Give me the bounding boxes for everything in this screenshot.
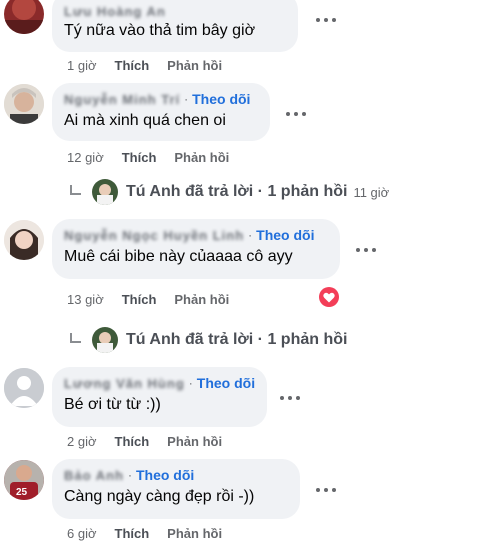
follow-link[interactable]: Theo dõi xyxy=(256,227,314,243)
follow-link[interactable]: Theo dõi xyxy=(197,375,255,391)
comment-author[interactable]: Lưu Hoàng An xyxy=(64,4,166,19)
comment-author[interactable]: Nguyễn Ngọc Huyền Linh xyxy=(64,228,244,243)
comment-actions: 12 giờ Thích Phản hồi xyxy=(67,149,229,165)
avatar xyxy=(92,327,118,353)
like-button[interactable]: Thích xyxy=(115,58,150,73)
comment-time[interactable]: 12 giờ xyxy=(67,150,104,165)
avatar[interactable] xyxy=(4,0,44,34)
comment-time[interactable]: 2 giờ xyxy=(67,434,97,449)
default-avatar-icon xyxy=(4,368,44,408)
separator-dot: · xyxy=(248,228,253,242)
avatar[interactable] xyxy=(4,220,44,260)
comment-author[interactable]: Lương Văn Hùng xyxy=(64,376,185,391)
replies-time: 11 giờ xyxy=(353,184,390,200)
separator-dot: · xyxy=(127,468,132,482)
comment-text: Tý nữa vào thả tim bây giờ xyxy=(64,22,256,39)
comment-text: Muê cái bibe này củaaaa cô ayy xyxy=(64,248,293,265)
view-replies-link[interactable]: Tú Anh đã trả lời · 1 phản hồi xyxy=(68,327,347,353)
avatar-image xyxy=(4,84,44,124)
comment-bubble: Lương Văn Hùng · Theo dõi Bé ơi từ từ :)… xyxy=(52,367,267,427)
separator-dot: · xyxy=(188,376,193,390)
separator-dot: · xyxy=(184,92,189,106)
comment-text: Càng ngày càng đẹp rồi -)) xyxy=(64,488,255,505)
comment-time[interactable]: 13 giờ xyxy=(67,292,104,307)
avatar-image xyxy=(4,0,44,34)
like-button[interactable]: Thích xyxy=(115,434,150,449)
comment-time[interactable]: 1 giờ xyxy=(67,58,97,73)
avatar[interactable] xyxy=(4,84,44,124)
like-button[interactable]: Thích xyxy=(122,150,157,165)
comment-text: Ai mà xinh quá chen oi xyxy=(64,112,226,129)
comment-author[interactable]: Nguyễn Minh Trí xyxy=(64,92,180,107)
more-options-icon[interactable] xyxy=(280,394,300,402)
like-button[interactable]: Thích xyxy=(122,292,157,307)
replies-summary[interactable]: Tú Anh đã trả lời · 1 phản hồi xyxy=(126,331,347,349)
comment-actions: 2 giờ Thích Phản hồi xyxy=(67,433,222,449)
comment-bubble: Bảo Anh · Theo dõi Càng ngày càng đẹp rồ… xyxy=(52,459,300,519)
like-button[interactable]: Thích xyxy=(115,526,150,541)
reply-button[interactable]: Phản hồi xyxy=(167,58,222,73)
avatar-image: 25 xyxy=(4,460,44,500)
more-options-icon[interactable] xyxy=(356,246,376,254)
follow-link[interactable]: Theo dõi xyxy=(136,467,194,483)
reply-button[interactable]: Phản hồi xyxy=(174,292,229,307)
love-reaction-icon[interactable] xyxy=(319,287,339,307)
follow-link[interactable]: Theo dõi xyxy=(192,91,250,107)
svg-text:25: 25 xyxy=(16,487,28,498)
avatar[interactable] xyxy=(4,368,44,408)
comment-actions: 1 giờ Thích Phản hồi xyxy=(67,57,222,73)
replies-summary[interactable]: Tú Anh đã trả lời · 1 phản hồi xyxy=(126,183,347,201)
avatar[interactable]: 25 xyxy=(4,460,44,500)
comment-bubble: Nguyễn Minh Trí · Theo dõi Ai mà xinh qu… xyxy=(52,83,270,141)
comment-bubble: Nguyễn Ngọc Huyền Linh · Theo dõi Muê cá… xyxy=(52,219,340,279)
avatar-image xyxy=(4,220,44,260)
comment-author[interactable]: Bảo Anh xyxy=(64,468,124,483)
comment-actions: 6 giờ Thích Phản hồi xyxy=(67,525,222,541)
comment-text: Bé ơi từ từ :)) xyxy=(64,396,161,413)
reply-button[interactable]: Phản hồi xyxy=(167,526,222,541)
avatar xyxy=(92,179,118,205)
reply-button[interactable]: Phản hồi xyxy=(167,434,222,449)
reply-arrow-icon xyxy=(70,333,81,343)
comment-actions: 13 giờ Thích Phản hồi xyxy=(67,291,229,307)
comment-bubble: Lưu Hoàng An Tý nữa vào thả tim bây giờ xyxy=(52,0,298,52)
view-replies-link[interactable]: Tú Anh đã trả lời · 1 phản hồi 11 giờ xyxy=(68,179,389,205)
comment-time[interactable]: 6 giờ xyxy=(67,526,97,541)
reply-button[interactable]: Phản hồi xyxy=(174,150,229,165)
more-options-icon[interactable] xyxy=(286,110,306,118)
reply-arrow-icon xyxy=(70,185,81,195)
more-options-icon[interactable] xyxy=(316,486,336,494)
more-options-icon[interactable] xyxy=(316,16,336,24)
